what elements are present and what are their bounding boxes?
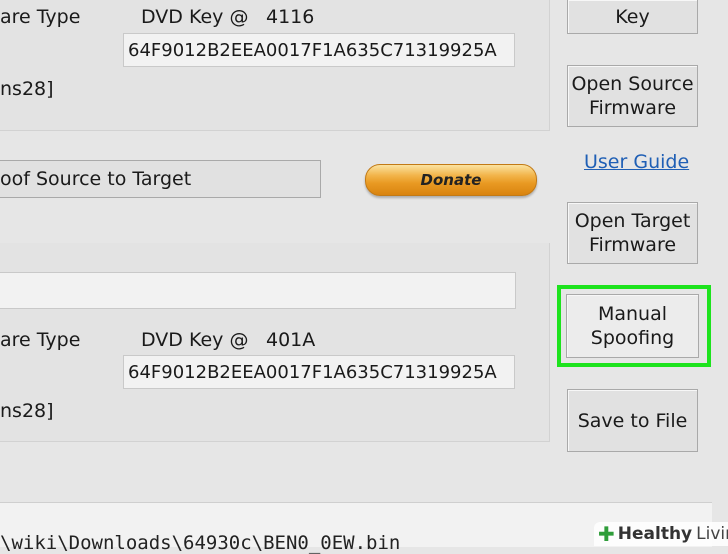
spoof-source-to-target-button[interactable]: oof Source to Target xyxy=(0,160,321,198)
target-model-fragment: ns28] xyxy=(0,400,54,422)
manual-spoofing-button[interactable]: Manual Spoofing xyxy=(566,294,699,358)
firmware-file-path: \wiki\Downloads\64930c\BEN0_0EW.bin xyxy=(0,532,401,554)
target-hardware-type-label: are Type xyxy=(0,329,81,351)
source-model-fragment: ns28] xyxy=(0,78,54,100)
open-source-firmware-line1: Open Source xyxy=(571,73,694,95)
user-guide-link[interactable]: User Guide xyxy=(584,151,689,173)
plus-icon: ✚ xyxy=(598,522,615,546)
key-button-label: Key xyxy=(615,5,650,28)
watermark-suffix: Living xyxy=(696,524,728,544)
target-dvd-key-field[interactable]: 64F9012B2EEA0017F1A635C71319925A xyxy=(123,355,515,389)
target-firmware-field[interactable] xyxy=(0,272,516,309)
save-to-file-button[interactable]: Save to File xyxy=(567,389,698,452)
open-target-firmware-line2: Firmware xyxy=(588,234,677,256)
source-dvd-key-offset: 4116 xyxy=(266,6,315,28)
save-to-file-label: Save to File xyxy=(577,409,688,432)
donate-button[interactable]: Donate xyxy=(365,164,537,196)
source-dvd-key-field[interactable]: 64F9012B2EEA0017F1A635C71319925A xyxy=(123,33,515,67)
target-dvd-key-label: DVD Key @ xyxy=(141,329,249,351)
healthy-living-watermark: ✚ Healthy Living xyxy=(594,522,728,546)
open-target-firmware-line1: Open Target xyxy=(574,210,691,232)
source-hardware-type-label: are Type xyxy=(0,6,81,28)
key-button[interactable]: Key xyxy=(567,0,698,34)
open-source-firmware-line2: Firmware xyxy=(588,97,677,119)
donate-label: Donate xyxy=(420,171,482,189)
open-source-firmware-button[interactable]: Open Source Firmware xyxy=(567,65,698,127)
open-target-firmware-button[interactable]: Open Target Firmware xyxy=(567,202,698,264)
watermark-brand: Healthy xyxy=(617,524,693,544)
target-dvd-key-offset: 401A xyxy=(266,329,316,351)
manual-spoofing-line2: Spoofing xyxy=(590,327,675,349)
manual-spoofing-line1: Manual xyxy=(597,303,668,325)
source-dvd-key-label: DVD Key @ xyxy=(141,6,249,28)
